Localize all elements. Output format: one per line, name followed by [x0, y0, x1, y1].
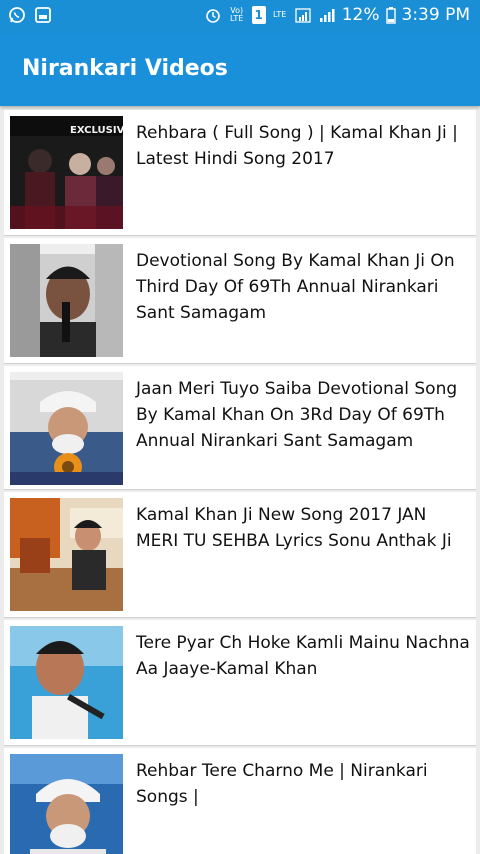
video-thumbnail: EXCLUSIVE — [10, 116, 123, 229]
video-item-4[interactable]: Kamal Khan Ji New Song 2017 JAN MERI TU … — [4, 492, 476, 618]
video-thumbnail — [10, 626, 123, 739]
video-title: Rehbara ( Full Song ) | Kamal Khan Ji | … — [136, 123, 458, 169]
video-item-6[interactable]: Rehbar Tere Charno Me | Nirankari Songs … — [4, 748, 476, 854]
thumbnail-caption: EXCLUSIVE — [70, 125, 123, 136]
whatsapp-icon — [8, 6, 26, 24]
gallery-icon — [34, 6, 52, 24]
battery-icon — [385, 6, 396, 24]
video-title: Tere Pyar Ch Hoke Kamli Mainu Nachna Aa … — [136, 633, 470, 679]
video-thumbnail — [10, 372, 123, 485]
clock: 3:39 PM — [401, 5, 471, 25]
battery-percent: 12% — [341, 5, 380, 25]
video-title: Devotional Song By Kamal Khan Ji On Thir… — [136, 251, 455, 323]
video-item-3[interactable]: Jaan Meri Tuyo Saiba Devotional Song By … — [4, 366, 476, 490]
app-bar: Nirankari Videos — [0, 34, 480, 106]
sim-indicator: 1 — [251, 6, 266, 24]
video-title: Kamal Khan Ji New Song 2017 JAN MERI TU … — [136, 505, 452, 551]
video-title: Rehbar Tere Charno Me | Nirankari Songs … — [136, 761, 428, 807]
video-item-2[interactable]: Devotional Song By Kamal Khan Ji On Thir… — [4, 238, 476, 364]
status-bar: Vo) LTE 1 LTE 12% 3:39 PM — [0, 0, 480, 34]
video-title: Jaan Meri Tuyo Saiba Devotional Song By … — [136, 379, 458, 451]
video-thumbnail — [10, 754, 123, 854]
video-item-1[interactable]: EXCLUSIVE Rehbara ( Full Song ) | Kamal … — [4, 110, 476, 236]
lte-indicator: LTE — [273, 10, 287, 19]
signal-icon — [294, 6, 312, 24]
alarm-icon — [204, 6, 222, 24]
video-thumbnail — [10, 244, 123, 357]
volte-indicator: Vo) LTE — [230, 6, 244, 23]
video-item-5[interactable]: Tere Pyar Ch Hoke Kamli Mainu Nachna Aa … — [4, 620, 476, 746]
video-thumbnail — [10, 498, 123, 611]
app-title: Nirankari Videos — [22, 56, 228, 81]
signal-icon-2 — [318, 6, 336, 24]
